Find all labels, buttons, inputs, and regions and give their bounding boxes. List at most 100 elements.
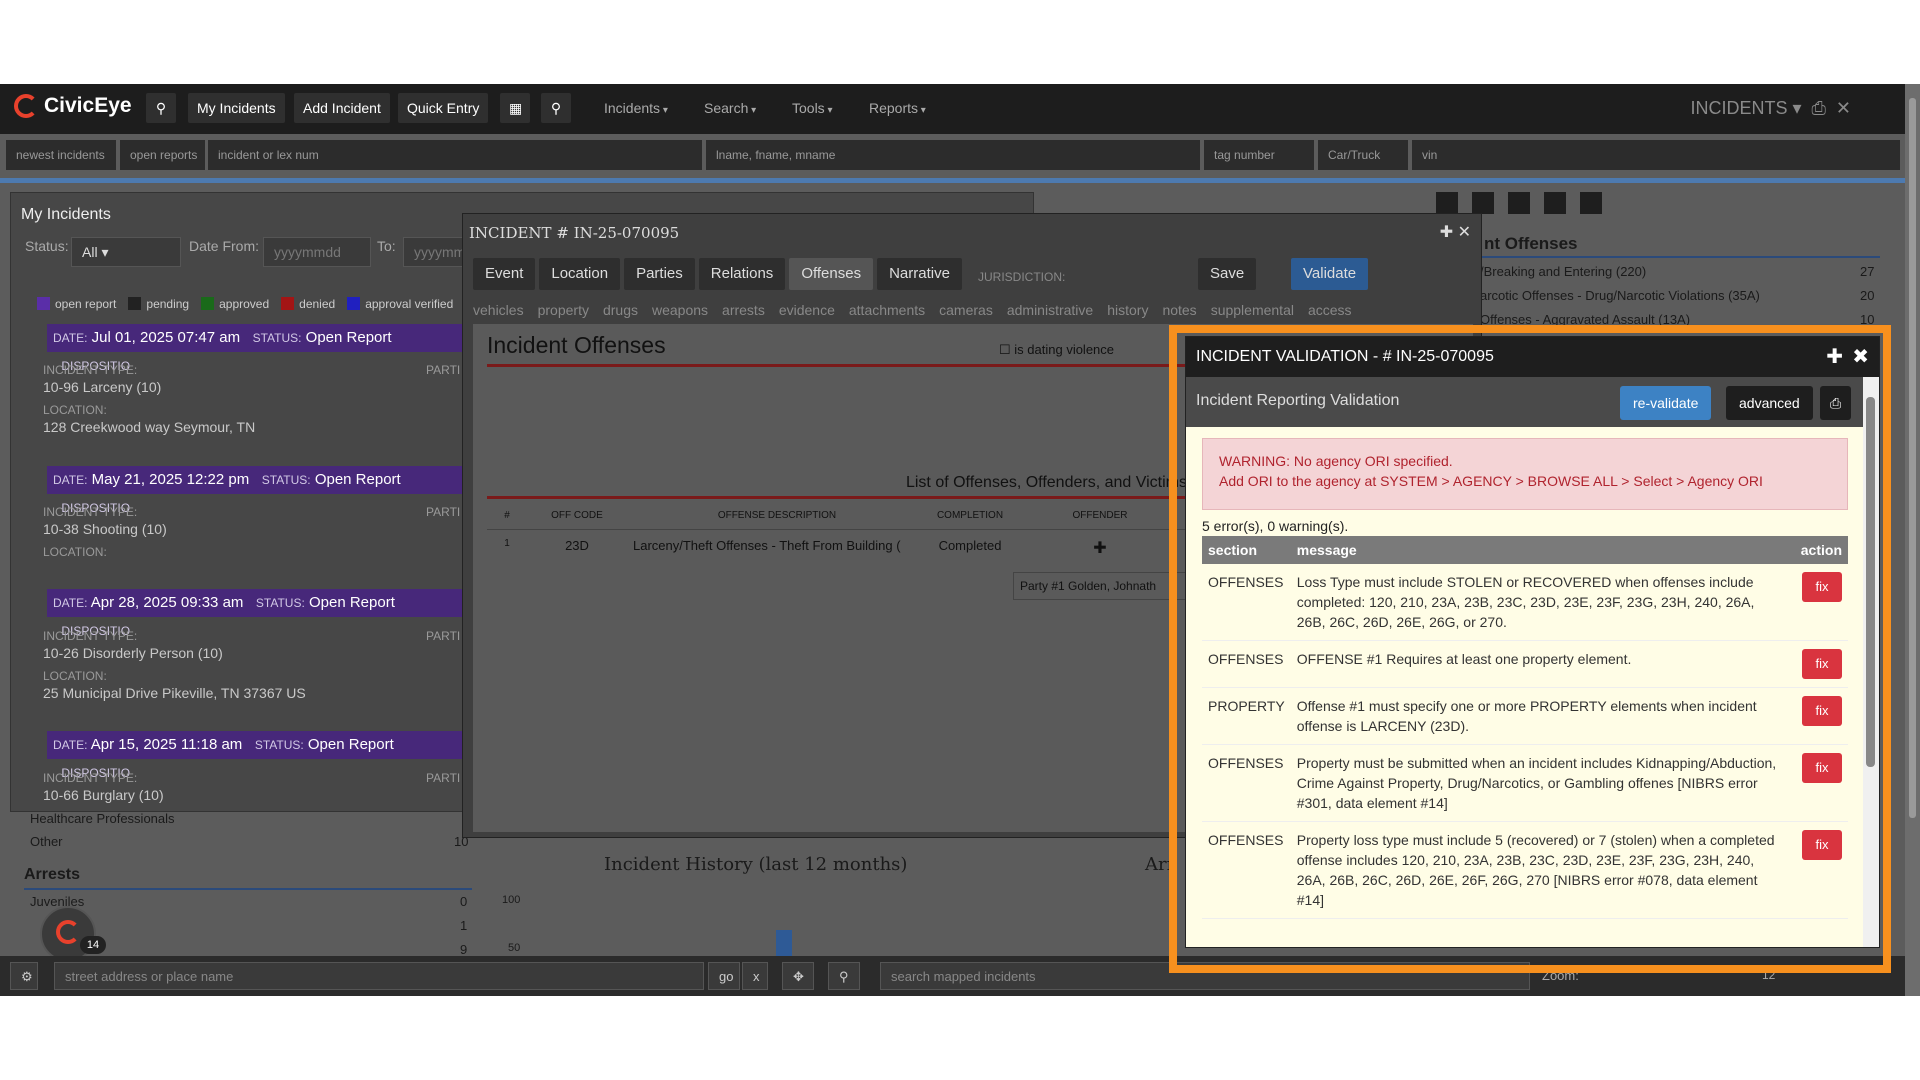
locate-icon[interactable]: ✥: [782, 962, 814, 990]
logo-icon: [14, 94, 38, 118]
other-label: Other: [30, 834, 63, 849]
date-from-input[interactable]: yyyymmdd: [263, 237, 371, 267]
status-value: All: [82, 244, 98, 260]
fix-button[interactable]: fix: [1802, 696, 1842, 726]
quick-entry-button[interactable]: Quick Entry: [398, 93, 489, 123]
error-count: 5 error(s), 0 warning(s).: [1202, 518, 1349, 534]
settings-gear-icon[interactable]: ⚙: [10, 962, 38, 990]
validation-modal: INCIDENT VALIDATION - # IN-25-070095 ✚ ✖…: [1185, 336, 1880, 948]
clear-button[interactable]: x: [742, 962, 768, 990]
offense-item[interactable]: arcotic Offenses - Drug/Narcotic Violati…: [1480, 288, 1760, 303]
subtab[interactable]: attachments: [849, 302, 925, 318]
status-select[interactable]: All ▾: [71, 237, 181, 267]
tab-narrative[interactable]: Narrative: [877, 258, 962, 290]
scroll-thumb[interactable]: [1866, 397, 1875, 767]
tab-location[interactable]: Location: [539, 258, 621, 290]
calendar-icon[interactable]: [1472, 192, 1494, 214]
table-row: OFFENSES Property loss type must include …: [1202, 821, 1848, 919]
add-incident-button[interactable]: Add Incident: [294, 93, 390, 123]
menu-incidents[interactable]: Incidents: [604, 100, 668, 116]
status-label: STATUS:: [252, 331, 302, 345]
modal-title: INCIDENT VALIDATION - # IN-25-070095: [1196, 348, 1494, 365]
subtab[interactable]: weapons: [652, 302, 708, 318]
save-button[interactable]: Save: [1198, 258, 1257, 290]
revalidate-button[interactable]: re-validate: [1620, 386, 1712, 420]
subtab[interactable]: administrative: [1007, 302, 1093, 318]
dating-violence-checkbox[interactable]: ☐ is dating violence: [999, 342, 1114, 358]
incident-search-input[interactable]: incident or lex num: [208, 140, 702, 170]
offense-row[interactable]: 1 23D Larceny/Theft Offenses - Theft Fro…: [487, 538, 1187, 558]
fix-button[interactable]: fix: [1802, 830, 1842, 860]
vin-input[interactable]: vin: [1412, 140, 1900, 170]
fix-button[interactable]: fix: [1802, 572, 1842, 602]
row-message: Offense #1 must specify one or more PROP…: [1290, 687, 1788, 745]
subtab[interactable]: arrests: [722, 302, 765, 318]
document-icon[interactable]: [1544, 192, 1566, 214]
subtab[interactable]: vehicles: [473, 302, 524, 318]
print-icon[interactable]: ⎙: [1820, 386, 1852, 420]
tab-relations[interactable]: Relations: [698, 258, 786, 290]
offense-item[interactable]: /Breaking and Entering (220): [1480, 264, 1646, 279]
subtab[interactable]: notes: [1162, 302, 1196, 318]
fix-button[interactable]: fix: [1802, 753, 1842, 783]
page-scrollbar[interactable]: [1905, 84, 1920, 996]
tag-number-input[interactable]: tag number: [1204, 140, 1314, 170]
subtab[interactable]: property: [538, 302, 589, 318]
map-pin-icon[interactable]: ⚲: [541, 93, 571, 123]
module-dropdown[interactable]: INCIDENTS ▾ ⎙ ✕: [1690, 98, 1851, 119]
entry-type: 10-38 Shooting (10): [43, 521, 167, 537]
date-label: DATE:: [53, 596, 88, 610]
menu-tools[interactable]: Tools: [792, 100, 833, 116]
subtab[interactable]: cameras: [939, 302, 993, 318]
entry-date: Jul 01, 2025 07:47 am: [91, 329, 241, 346]
table-row: PROPERTY Offense #1 must specify one or m…: [1202, 687, 1848, 745]
close-icon[interactable]: ✖: [1852, 337, 1869, 377]
red-divider: [487, 364, 1187, 367]
tab-offenses[interactable]: Offenses: [789, 258, 874, 290]
incident-entry-header[interactable]: DATE: Jul 01, 2025 07:47 am STATUS: Open…: [47, 324, 467, 373]
open-reports-button[interactable]: open reports: [120, 140, 205, 170]
map-icon[interactable]: [1508, 192, 1530, 214]
subtab[interactable]: history: [1107, 302, 1148, 318]
validate-button[interactable]: Validate: [1291, 258, 1369, 290]
entry-status: Open Report: [314, 471, 401, 488]
add-offender-icon[interactable]: ✚: [1013, 538, 1187, 558]
scroll-thumb[interactable]: [1909, 98, 1916, 818]
window-controls[interactable]: ✚ ✕: [1440, 222, 1471, 242]
incident-entry-header[interactable]: DATE: Apr 28, 2025 09:33 am STATUS: Open…: [47, 589, 467, 638]
incident-entry-header[interactable]: DATE: Apr 15, 2025 11:18 am STATUS: Open…: [47, 731, 467, 780]
party-chip[interactable]: Party #1 Golden, Johnath: [1013, 572, 1187, 600]
expand-icon[interactable]: ✚: [1826, 337, 1843, 377]
subtab[interactable]: supplemental: [1211, 302, 1294, 318]
advanced-button[interactable]: advanced: [1726, 386, 1813, 420]
my-incidents-button[interactable]: My Incidents: [188, 93, 285, 123]
civiceye-logo[interactable]: CivicEye: [14, 94, 132, 118]
menu-search[interactable]: Search: [704, 100, 756, 116]
subtab[interactable]: drugs: [603, 302, 638, 318]
modal-scrollbar[interactable]: [1863, 377, 1879, 947]
newest-incidents-button[interactable]: newest incidents: [6, 140, 116, 170]
date-to-input[interactable]: yyyymmdd: [403, 237, 481, 267]
row-code: 23D: [565, 538, 589, 553]
go-button[interactable]: go: [708, 962, 740, 990]
table-row: OFFENSES Loss Type must include STOLEN or…: [1202, 564, 1848, 641]
report-icon[interactable]: [1580, 192, 1602, 214]
entry-status: Open Report: [307, 736, 394, 753]
tab-parties[interactable]: Parties: [624, 258, 695, 290]
entry-status: Open Report: [308, 594, 395, 611]
calculator-icon[interactable]: [1436, 192, 1458, 214]
name-search-input[interactable]: lname, fname, mname: [706, 140, 1200, 170]
tab-event[interactable]: Event: [473, 258, 536, 290]
offense-count: 27: [1860, 264, 1875, 279]
subtab[interactable]: evidence: [779, 302, 835, 318]
search-icon[interactable]: ⚲: [146, 93, 176, 123]
subtab[interactable]: access: [1308, 302, 1352, 318]
car-type-input[interactable]: Car/Truck: [1318, 140, 1408, 170]
fix-button[interactable]: fix: [1802, 649, 1842, 679]
calculator-icon[interactable]: ▦: [500, 93, 530, 123]
row-desc: Larceny/Theft Offenses - Theft From Buil…: [633, 538, 901, 553]
map-pin-icon[interactable]: ⚲: [828, 962, 860, 990]
address-input[interactable]: street address or place name: [54, 962, 704, 990]
incident-entry-header[interactable]: DATE: May 21, 2025 12:22 pm STATUS: Open…: [47, 466, 467, 515]
menu-reports[interactable]: Reports: [869, 100, 926, 116]
